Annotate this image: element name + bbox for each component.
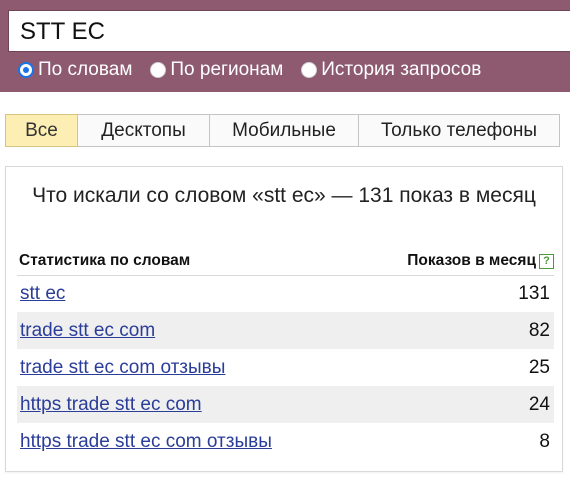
tab-all[interactable]: Все	[5, 114, 78, 147]
table-row: https trade stt ec com отзывы 8	[17, 423, 554, 460]
help-icon[interactable]: ?	[539, 253, 554, 269]
shows-count: 25	[528, 357, 550, 378]
tab-phones-only[interactable]: Только телефоны	[359, 114, 560, 147]
radio-label: По регионам	[170, 59, 284, 80]
shows-count: 8	[539, 431, 550, 452]
radio-unselected-icon	[301, 62, 318, 78]
table-row: trade stt ec com 82	[17, 312, 554, 349]
search-header: STT EC По словам По регионам История зап…	[0, 0, 570, 92]
phrase-link[interactable]: trade stt ec com	[20, 320, 155, 342]
device-tabs: Все Десктопы Мобильные Только телефоны	[5, 114, 560, 147]
shows-count: 82	[528, 320, 550, 341]
tab-mobile[interactable]: Мобильные	[210, 114, 359, 147]
table-header: Статистика по словам Показов в месяц ?	[17, 249, 554, 276]
radio-unselected-icon	[150, 62, 167, 78]
stats-table: stt ec 131 trade stt ec com 82 trade stt…	[17, 275, 554, 460]
shows-count: 131	[518, 283, 550, 304]
phrase-link[interactable]: https trade stt ec com отзывы	[20, 431, 272, 453]
search-mode-radio-group: По словам По регионам История запросов	[18, 57, 499, 83]
table-row: https trade stt ec com 24	[17, 386, 554, 423]
shows-count: 24	[528, 394, 550, 415]
phrase-link[interactable]: https trade stt ec com	[20, 394, 202, 416]
column-header-shows: Показов в месяц	[407, 252, 536, 269]
word-stats-panel: Что искали со словом «stt ec» — 131 пока…	[5, 166, 563, 472]
search-input[interactable]: STT EC	[8, 10, 570, 52]
radio-query-history[interactable]: История запросов	[301, 59, 481, 81]
column-header-shows-wrap: Показов в месяц ?	[407, 252, 554, 270]
radio-selected-icon	[18, 62, 34, 78]
table-row: stt ec 131	[17, 275, 554, 312]
column-header-words: Статистика по словам	[19, 252, 191, 269]
radio-by-words[interactable]: По словам	[18, 59, 132, 81]
panel-title: Что искали со словом «stt ec» — 131 пока…	[32, 184, 536, 207]
phrase-link[interactable]: trade stt ec com отзывы	[20, 357, 225, 379]
radio-by-regions[interactable]: По регионам	[150, 59, 283, 81]
phrase-link[interactable]: stt ec	[20, 283, 65, 305]
radio-label: История запросов	[321, 59, 482, 80]
table-row: trade stt ec com отзывы 25	[17, 349, 554, 386]
radio-label: По словам	[38, 59, 133, 80]
tab-desktops[interactable]: Десктопы	[78, 114, 210, 147]
